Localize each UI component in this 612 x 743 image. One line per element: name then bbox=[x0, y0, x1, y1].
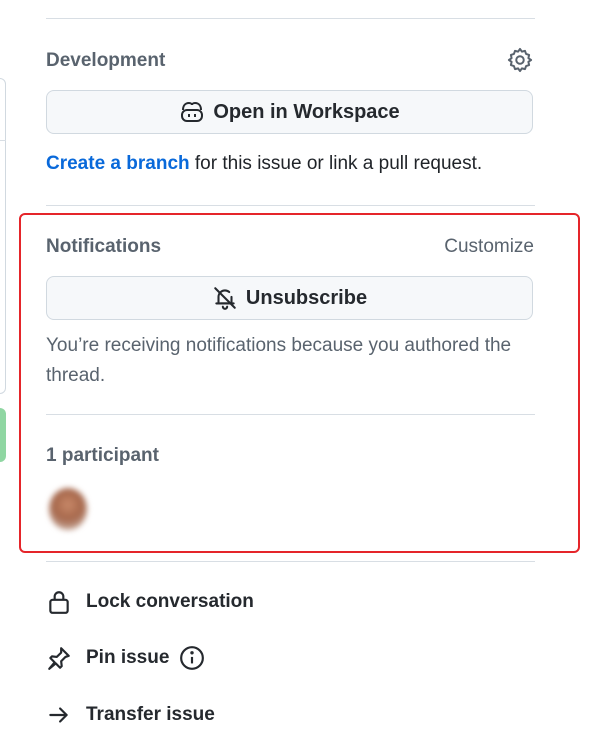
participants-divider bbox=[46, 561, 535, 562]
copilot-icon bbox=[181, 101, 204, 122]
participants-title: 1 participant bbox=[46, 445, 159, 466]
transfer-issue-action[interactable]: Transfer issue bbox=[46, 702, 215, 728]
create-branch-line: Create a branch for this issue or link a… bbox=[46, 153, 482, 175]
notifications-reason: You’re receiving notifications because y… bbox=[46, 335, 512, 386]
gear-icon bbox=[507, 47, 533, 73]
lock-conversation-label: Lock conversation bbox=[86, 591, 254, 612]
create-branch-link[interactable]: Create a branch bbox=[46, 153, 190, 174]
create-branch-text: for this issue or link a pull request. bbox=[189, 153, 483, 174]
arrow-right-icon bbox=[49, 707, 68, 723]
open-in-workspace-label: Open in Workspace bbox=[213, 100, 400, 123]
development-settings-button[interactable] bbox=[506, 46, 534, 74]
lock-conversation-action[interactable]: Lock conversation bbox=[46, 589, 254, 615]
unsubscribe-label: Unsubscribe bbox=[245, 286, 368, 309]
top-divider bbox=[46, 18, 535, 19]
pin-icon bbox=[48, 647, 70, 670]
open-in-workspace-button[interactable]: Open in Workspace bbox=[46, 90, 533, 134]
pin-issue-action[interactable]: Pin issue bbox=[46, 645, 205, 671]
unsubscribe-button[interactable]: Unsubscribe bbox=[46, 276, 533, 320]
customize-link[interactable]: Customize bbox=[444, 236, 534, 258]
info-icon[interactable] bbox=[179, 645, 205, 671]
development-divider bbox=[46, 205, 535, 206]
notifications-divider bbox=[46, 414, 535, 415]
left-status-accent bbox=[0, 408, 6, 462]
development-title: Development bbox=[46, 50, 166, 71]
left-panel-edge bbox=[0, 78, 6, 394]
notifications-title: Notifications bbox=[46, 236, 162, 257]
left-panel-divider bbox=[0, 140, 6, 141]
participant-avatar[interactable] bbox=[49, 488, 87, 530]
bell-slash-icon bbox=[214, 287, 236, 310]
pin-issue-label: Pin issue bbox=[86, 647, 170, 668]
lock-icon bbox=[49, 591, 69, 614]
transfer-issue-label: Transfer issue bbox=[86, 704, 215, 725]
